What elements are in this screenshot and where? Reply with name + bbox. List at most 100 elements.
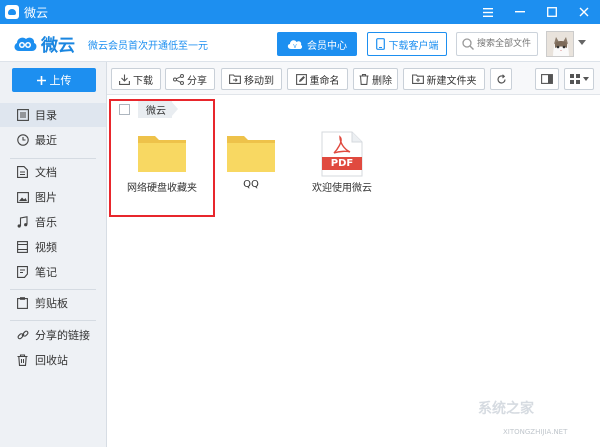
pdf-file-icon <box>321 131 363 177</box>
search-icon <box>462 38 474 50</box>
sidebar-item-shared-links[interactable]: 分享的链接 <box>0 323 106 347</box>
close-icon[interactable] <box>568 0 600 24</box>
file-name: QQ <box>243 179 259 190</box>
avatar-dropdown-icon[interactable] <box>578 40 586 45</box>
delete-button[interactable]: 删除 <box>353 68 398 90</box>
cat-avatar-icon <box>547 32 573 56</box>
sidebar: 上传 目录 最近 文档 图片 音乐 视频 笔记 剪贴板 分享的链接 回收站 <box>0 62 107 447</box>
search-input[interactable] <box>475 34 537 54</box>
new-folder-icon <box>411 74 424 84</box>
file-name: 网络硬盘收藏夹 <box>127 183 197 194</box>
clipboard-icon <box>16 297 29 310</box>
folder-icon <box>138 136 186 172</box>
window-title: 微云 <box>24 5 49 20</box>
music-icon <box>16 216 29 229</box>
maximize-icon[interactable] <box>536 0 568 24</box>
vip-center-button[interactable]: V 会员中心 <box>277 32 357 56</box>
image-icon <box>16 191 29 204</box>
trash-icon <box>16 354 29 367</box>
watermark-text: 系统之家 <box>478 401 534 417</box>
svg-text:V: V <box>293 44 297 50</box>
rename-icon <box>295 73 307 85</box>
sidebar-item-label: 笔记 <box>35 266 57 279</box>
grid-view-button[interactable] <box>564 68 594 90</box>
detail-view-button[interactable] <box>535 68 559 90</box>
document-icon <box>16 166 29 179</box>
search-box[interactable] <box>456 32 538 56</box>
rename-button[interactable]: 重命名 <box>287 68 348 90</box>
list-icon <box>16 109 29 122</box>
file-item-folder[interactable]: 网络硬盘收藏夹 <box>117 133 207 233</box>
share-label: 分享 <box>187 75 207 87</box>
avatar[interactable] <box>546 31 574 57</box>
video-icon <box>16 241 29 254</box>
file-item-pdf[interactable]: PDF 欢迎使用微云 <box>297 131 387 231</box>
pdf-badge: PDF <box>330 158 354 169</box>
upload-label: 上传 <box>49 74 72 87</box>
sidebar-item-label: 剪贴板 <box>35 297 68 310</box>
sidebar-item-label: 回收站 <box>35 354 68 367</box>
sidebar-item-images[interactable]: 图片 <box>0 185 106 209</box>
refresh-icon <box>496 73 506 83</box>
vip-promo-link[interactable]: 微云会员首次开通低至一元 <box>88 37 208 52</box>
cloud-logo-icon <box>14 37 37 51</box>
upload-button[interactable]: 上传 <box>12 68 96 92</box>
sidebar-item-label: 分享的链接 <box>35 329 90 342</box>
sidebar-divider <box>10 289 96 290</box>
sidebar-item-directory[interactable]: 目录 <box>0 103 106 127</box>
sidebar-item-label: 视频 <box>35 241 57 254</box>
download-button[interactable]: 下载 <box>111 68 161 90</box>
sidebar-item-label: 文档 <box>35 166 57 179</box>
logo-text: 微云 <box>41 36 75 56</box>
download-client-button[interactable]: 下载客户端 <box>367 32 447 56</box>
watermark-subtitle: XITONGZHIJIA.NET <box>503 428 568 436</box>
download-icon <box>119 74 130 85</box>
sidebar-divider <box>10 158 96 159</box>
download-client-label: 下载客户端 <box>388 40 439 52</box>
rename-label: 重命名 <box>309 75 340 87</box>
new-folder-label: 新建文件夹 <box>426 75 477 87</box>
link-icon <box>16 329 29 342</box>
file-item-folder[interactable]: QQ <box>206 133 296 233</box>
chevron-down-icon <box>582 77 589 81</box>
sidebar-item-recycle-bin[interactable]: 回收站 <box>0 348 106 372</box>
file-name: 欢迎使用微云 <box>312 183 372 194</box>
delete-label: 删除 <box>372 75 392 87</box>
share-button[interactable]: 分享 <box>165 68 215 90</box>
delete-trash-icon <box>359 73 369 85</box>
sidebar-item-music[interactable]: 音乐 <box>0 210 106 234</box>
vip-center-label: 会员中心 <box>307 40 347 52</box>
sidebar-item-recent[interactable]: 最近 <box>0 128 106 152</box>
panel-view-icon <box>541 74 553 84</box>
minimize-icon[interactable] <box>504 0 536 24</box>
vip-cloud-icon: V <box>287 39 303 50</box>
note-icon <box>16 266 29 279</box>
grid-view-icon <box>569 74 580 84</box>
sidebar-divider <box>10 320 96 321</box>
move-to-label: 移动到 <box>244 75 274 87</box>
watermark: 系统之家 <box>478 398 534 418</box>
move-to-button[interactable]: 移动到 <box>221 68 282 90</box>
sidebar-item-label: 目录 <box>35 109 57 122</box>
sidebar-item-clipboard[interactable]: 剪贴板 <box>0 291 106 315</box>
menu-icon[interactable] <box>472 0 504 24</box>
move-folder-icon <box>229 74 241 84</box>
sidebar-item-notes[interactable]: 笔记 <box>0 260 106 284</box>
sidebar-item-videos[interactable]: 视频 <box>0 235 106 259</box>
phone-icon <box>375 38 385 50</box>
sidebar-item-label: 音乐 <box>35 216 57 229</box>
folder-icon <box>227 136 275 172</box>
plus-icon <box>36 75 46 85</box>
logo: 微云 <box>12 31 75 56</box>
app-cloud-icon <box>5 5 19 19</box>
title-bar: 微云 <box>0 0 600 24</box>
sidebar-item-label: 最近 <box>35 134 57 147</box>
sidebar-item-documents[interactable]: 文档 <box>0 160 106 184</box>
new-folder-button[interactable]: 新建文件夹 <box>403 68 485 90</box>
share-icon <box>173 73 184 85</box>
file-area: 微云 网络硬盘收藏夹 QQ PDF 欢迎使用微云 <box>107 95 600 447</box>
app-header: 微云 微云会员首次开通低至一元 V 会员中心 下载客户端 <box>0 24 600 62</box>
download-label: 下载 <box>133 75 153 87</box>
refresh-button[interactable] <box>490 68 512 90</box>
clock-icon <box>16 134 29 147</box>
